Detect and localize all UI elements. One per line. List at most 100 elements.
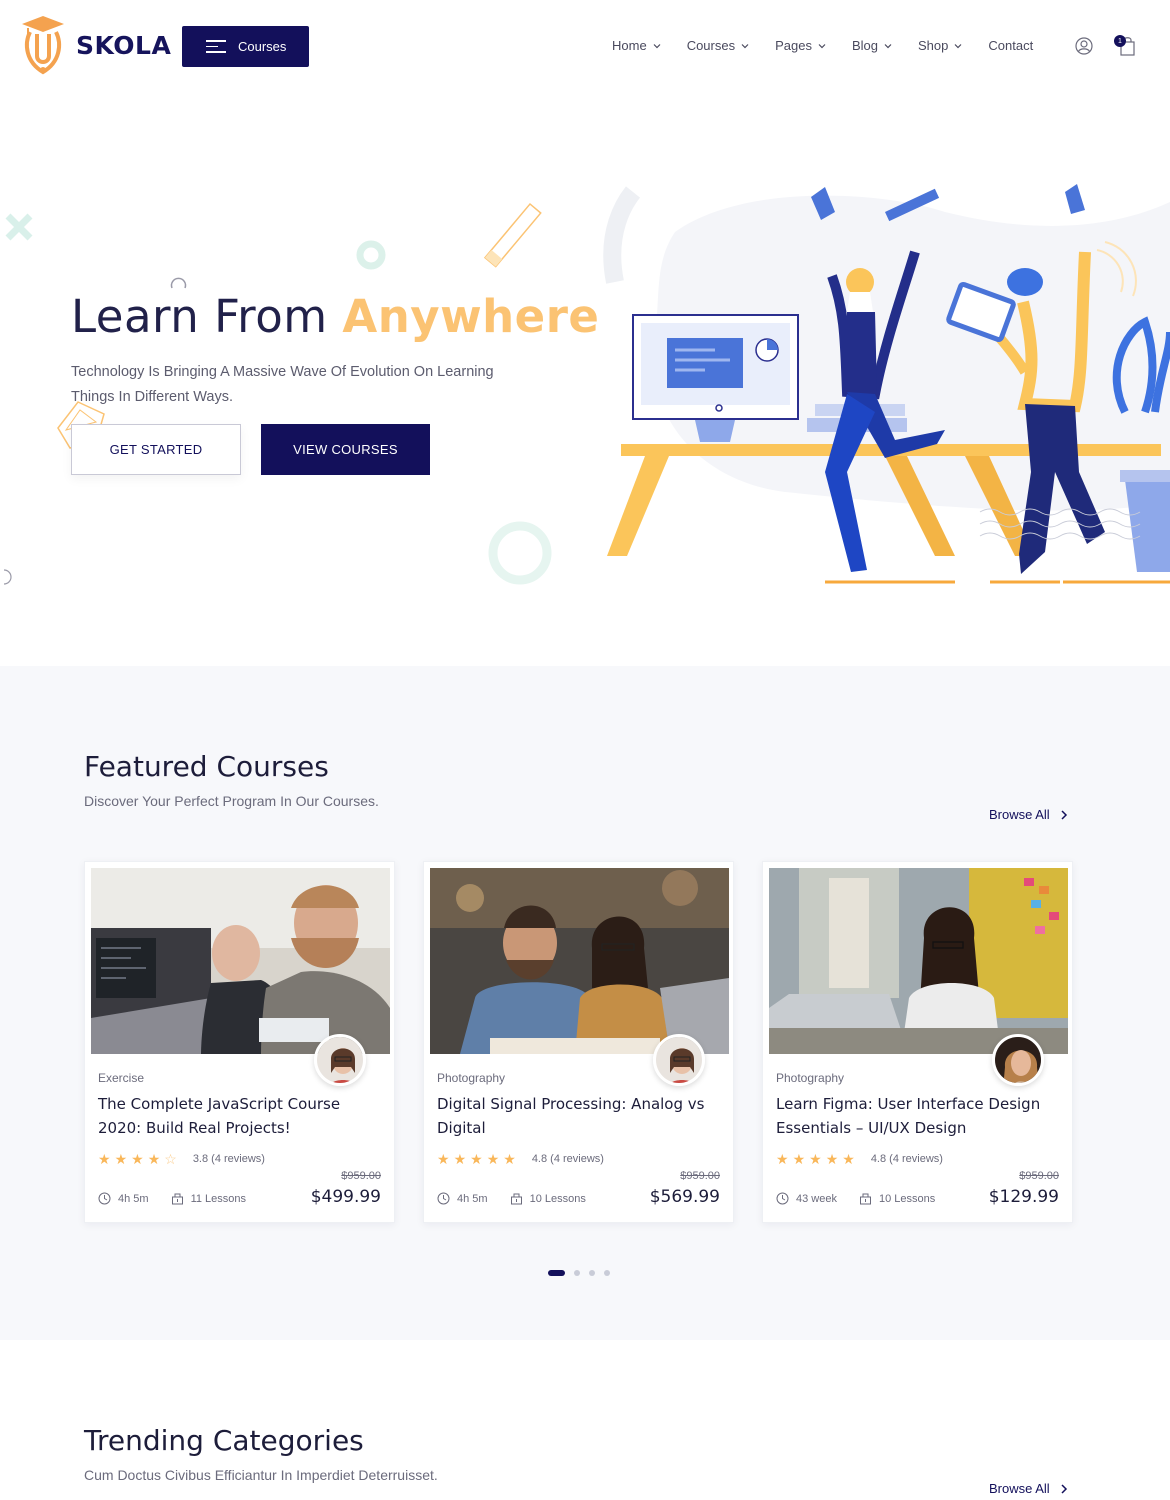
course-thumbnail[interactable] [91,868,390,1054]
chevron-down-icon [884,43,892,48]
nav-label: Shop [918,38,949,53]
instructor-avatar[interactable] [653,1034,705,1086]
duration-text: 43 week [796,1192,837,1205]
chevron-right-icon [1061,1483,1067,1494]
course-thumbnail[interactable] [430,868,729,1054]
course-meta: 4h 5m 10 Lessons [437,1192,608,1205]
star-filled-icon: ★ [437,1151,450,1167]
featured-courses-section: Featured Courses Discover Your Perfect P… [0,666,1170,1340]
course-title[interactable]: The Complete JavaScript Course 2020: Bui… [98,1092,378,1140]
pagination-dot[interactable] [604,1270,610,1276]
nav-label: Blog [851,38,879,53]
star-filled-icon: ★ [809,1151,822,1167]
course-lessons: 10 Lessons [859,1192,935,1205]
nav-label: Contact [988,38,1034,53]
star-filled-icon: ★ [131,1151,144,1167]
menu-icon [206,36,226,57]
browse-all-label: Browse All [989,807,1050,822]
hero-section: Learn From Anywhere Technology Is Bringi… [0,92,1170,666]
cart-count-badge: 1 [1114,35,1126,47]
lessons-icon [510,1193,522,1205]
lessons-text: 10 Lessons [529,1192,586,1205]
course-card[interactable]: Exercise The Complete JavaScript Course … [84,861,395,1223]
course-rating: ★ ★ ★ ★ ★ 4.8 (4 reviews) [776,1152,943,1166]
trending-subtitle: Cum Doctus Civibus Efficiantur In Imperd… [84,1467,438,1483]
brand-logo[interactable]: SKOLA [20,14,171,76]
star-filled-icon: ★ [776,1151,789,1167]
course-lessons: 11 Lessons [171,1192,246,1205]
rating-reviews: (4 reviews) [550,1153,604,1165]
course-duration: 4h 5m [437,1192,488,1205]
categories-button-label: Courses [238,39,287,54]
course-old-price: $959.00 [1019,1170,1059,1182]
categories-menu-button[interactable]: Courses [182,26,309,67]
rating-stars: ★ ★ ★ ★ ★ [776,1152,859,1166]
trending-title: Trending Categories [84,1424,364,1457]
lessons-icon [859,1193,871,1205]
nav-item-pages[interactable]: Pages [775,38,826,53]
rating-value: 3.8 [192,1153,209,1165]
rating-value: 4.8 [531,1153,548,1165]
nav-item-blog[interactable]: Blog [852,38,892,53]
course-category: Exercise [98,1071,145,1085]
instructor-avatar[interactable] [992,1034,1044,1086]
course-category: Photography [776,1071,845,1085]
course-duration: 4h 5m [98,1192,149,1205]
course-title[interactable]: Learn Figma: User Interface Design Essen… [776,1092,1056,1140]
course-card[interactable]: Photography Learn Figma: User Interface … [762,861,1073,1223]
star-filled-icon: ★ [825,1151,839,1167]
star-filled-icon: ★ [98,1151,111,1167]
course-old-price: $959.00 [341,1170,381,1182]
star-filled-icon: ★ [503,1151,516,1167]
rating-stars: ★ ★ ★ ★ ★ [437,1152,520,1166]
course-old-price: $959.00 [680,1170,720,1182]
nav-item-home[interactable]: Home [612,38,661,53]
star-filled-icon: ★ [842,1151,855,1167]
star-filled-icon: ★ [470,1151,483,1167]
course-lessons: 10 Lessons [510,1192,586,1205]
rating-reviews: (4 reviews) [211,1153,265,1165]
trending-browse-all-link[interactable]: Browse All [989,1481,1068,1496]
star-filled-icon: ★ [453,1151,467,1167]
course-meta: 43 week 10 Lessons [776,1192,957,1205]
duration-text: 4h 5m [457,1192,488,1205]
featured-subtitle: Discover Your Perfect Program In Our Cou… [84,793,379,809]
course-rating: ★ ★ ★ ★ ★ 4.8 (4 reviews) [437,1152,604,1166]
pagination-dot-active[interactable] [548,1270,565,1276]
featured-browse-all-link[interactable]: Browse All [989,807,1068,822]
rating-value: 4.8 [870,1153,887,1165]
hero-title-main: Learn From [71,290,343,343]
get-started-button[interactable]: GET STARTED [71,424,241,475]
course-thumbnail[interactable] [769,868,1068,1054]
star-filled-icon: ★ [486,1151,500,1167]
course-price: $569.99 [649,1187,720,1207]
rating-stars: ★ ★ ★ ★ ☆ [98,1152,181,1166]
rating-reviews: (4 reviews) [889,1153,943,1165]
course-card[interactable]: Photography Digital Signal Processing: A… [423,861,734,1223]
course-price: $129.99 [988,1187,1059,1207]
course-duration: 43 week [776,1192,837,1205]
instructor-avatar[interactable] [314,1034,366,1086]
chevron-down-icon [653,43,661,48]
clock-icon [776,1192,789,1205]
user-account-icon[interactable] [1075,37,1093,55]
nav-item-contact[interactable]: Contact [988,38,1033,53]
clock-icon [98,1192,111,1205]
pagination-dot[interactable] [589,1270,595,1276]
view-courses-button[interactable]: VIEW COURSES [261,424,430,475]
hero-title: Learn From Anywhere [71,290,599,343]
lessons-text: 11 Lessons [190,1192,247,1205]
star-filled-icon: ★ [114,1151,128,1167]
nav-item-courses[interactable]: Courses [687,38,749,53]
hero-illustration [603,184,1170,584]
brand-name: SKOLA [76,30,172,60]
nav-item-shop[interactable]: Shop [918,38,962,53]
pagination-dot[interactable] [574,1270,580,1276]
browse-all-label: Browse All [989,1481,1050,1496]
course-price: $499.99 [310,1187,381,1207]
course-title[interactable]: Digital Signal Processing: Analog vs Dig… [437,1092,717,1140]
trending-categories-section: Trending Categories Cum Doctus Civibus E… [0,1340,1170,1500]
cart-button[interactable]: 1 [1114,35,1137,62]
course-rating: ★ ★ ★ ★ ☆ 3.8 (4 reviews) [98,1152,265,1166]
course-meta: 4h 5m 11 Lessons [98,1192,268,1205]
